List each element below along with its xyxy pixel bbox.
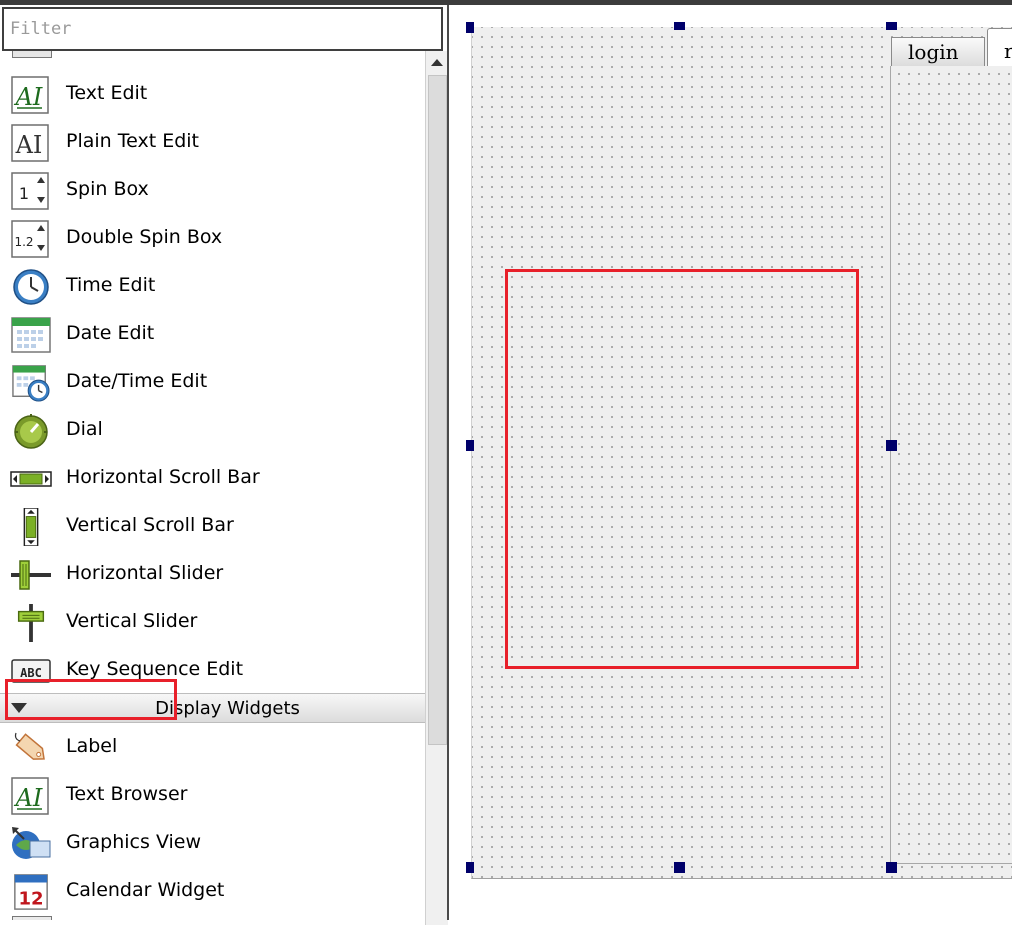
widget-item-calendar-widget[interactable]: 12 Calendar Widget — [0, 866, 425, 914]
tab-second[interactable]: r — [987, 28, 1012, 66]
graphics-view-icon — [12, 827, 51, 859]
svg-text:ABC: ABC — [20, 666, 42, 680]
selection-handle[interactable] — [886, 440, 897, 451]
widget-item-date-edit[interactable]: Date Edit — [0, 309, 425, 357]
widget-item-label: Text Browser — [66, 783, 188, 805]
dial-icon — [14, 414, 48, 449]
widget-item-label: Date Edit — [66, 322, 155, 344]
widget-list: AI Text Edit AI Plain Text Edit 1 Spin B… — [0, 51, 425, 920]
calendar-icon — [11, 317, 51, 353]
widget-item-vertical-slider[interactable]: Vertical Slider — [0, 597, 425, 645]
double-spin-box-icon: 1.2 — [11, 220, 49, 258]
widget-item-text-browser[interactable]: AI Text Browser — [0, 770, 425, 818]
widget-item-time-edit[interactable]: Time Edit — [0, 261, 425, 309]
widget-item-vertical-scroll-bar[interactable]: Vertical Scroll Bar — [0, 501, 425, 549]
tab-widget-page[interactable] — [890, 66, 1012, 864]
widget-item-label: Text Edit — [66, 82, 148, 104]
widget-item-label: Date/Time Edit — [66, 370, 208, 392]
partial-widget-icon — [12, 51, 52, 58]
horizontal-slider-icon — [11, 560, 51, 590]
selection-handle[interactable] — [886, 862, 897, 873]
spin-box-icon: 1 — [11, 172, 49, 210]
svg-text:12: 12 — [18, 888, 43, 909]
widget-item-label: Spin Box — [66, 178, 149, 200]
drop-target-highlight-box — [505, 269, 859, 669]
widget-item-double-spin-box[interactable]: 1.2 Double Spin Box — [0, 213, 425, 261]
widget-item-date-time-edit[interactable]: Date/Time Edit — [0, 357, 425, 405]
vertical-scrollbar-icon — [23, 508, 39, 546]
selection-handle[interactable] — [674, 22, 685, 30]
widget-list-scrollbar[interactable] — [425, 51, 448, 925]
key-sequence-icon: ABC — [11, 659, 51, 683]
widget-item-horizontal-scroll-bar[interactable]: Horizontal Scroll Bar — [0, 453, 425, 501]
widget-box-panel: AI Text Edit AI Plain Text Edit 1 Spin B… — [0, 5, 448, 925]
widget-item-graphics-view[interactable]: Graphics View — [0, 818, 425, 866]
svg-text:1: 1 — [19, 184, 29, 203]
widget-item-label: Horizontal Slider — [66, 562, 224, 584]
clock-icon — [13, 269, 49, 305]
tab-login[interactable]: login — [891, 37, 985, 66]
widget-item-label: Label — [66, 735, 118, 757]
widget-item-label: Graphics View — [66, 831, 202, 853]
scrollbar-thumb[interactable] — [428, 75, 447, 745]
widget-item-label: Vertical Slider — [66, 610, 198, 632]
widget-item-label: Calendar Widget — [66, 879, 225, 901]
selection-handle[interactable] — [886, 22, 897, 30]
selection-handle[interactable] — [466, 22, 474, 33]
selection-handle[interactable] — [466, 862, 474, 873]
category-display-widgets[interactable]: Display Widgets — [0, 693, 425, 723]
selection-handle[interactable] — [674, 862, 685, 873]
plain-text-edit-icon: AI — [11, 124, 49, 162]
widget-item-label: Plain Text Edit — [66, 130, 199, 152]
text-edit-icon: AI — [11, 76, 49, 114]
text-browser-icon: AI — [11, 777, 49, 815]
widget-item-label-widget[interactable]: Label — [0, 722, 425, 770]
widget-item-dial[interactable]: Dial — [0, 405, 425, 453]
widget-item-key-sequence-edit[interactable]: ABC Key Sequence Edit — [0, 645, 425, 693]
widget-item-spin-box[interactable]: 1 Spin Box — [0, 165, 425, 213]
svg-text:1.2: 1.2 — [14, 235, 33, 249]
widget-item-label: Dial — [66, 418, 103, 440]
scroll-up-arrow-icon[interactable] — [430, 57, 444, 67]
widget-item-label: Vertical Scroll Bar — [66, 514, 234, 536]
widget-item-text-edit[interactable]: AI Text Edit — [0, 69, 425, 117]
calendar-clock-icon — [12, 365, 50, 402]
tab-label: r — [1004, 39, 1012, 63]
filter-input[interactable] — [2, 7, 443, 51]
selection-handle[interactable] — [466, 440, 474, 451]
category-label: Display Widgets — [155, 698, 300, 719]
widget-item-label: Double Spin Box — [66, 226, 223, 248]
widget-item-partial — [0, 914, 425, 920]
svg-text:AI: AI — [14, 83, 43, 111]
vertical-slider-icon — [17, 604, 45, 642]
widget-item-label: Key Sequence Edit — [66, 658, 244, 680]
widget-item-horizontal-slider[interactable]: Horizontal Slider — [0, 549, 425, 597]
calendar-widget-icon: 12 — [14, 874, 48, 910]
svg-text:AI: AI — [14, 784, 43, 812]
widget-item-plain-text-edit[interactable]: AI Plain Text Edit — [0, 117, 425, 165]
horizontal-scrollbar-icon — [10, 471, 52, 487]
svg-text:AI: AI — [15, 131, 43, 159]
widget-item-label: Time Edit — [66, 274, 156, 296]
label-tag-icon — [14, 732, 45, 760]
widget-item-label: Horizontal Scroll Bar — [66, 466, 260, 488]
tab-label: login — [908, 40, 959, 64]
